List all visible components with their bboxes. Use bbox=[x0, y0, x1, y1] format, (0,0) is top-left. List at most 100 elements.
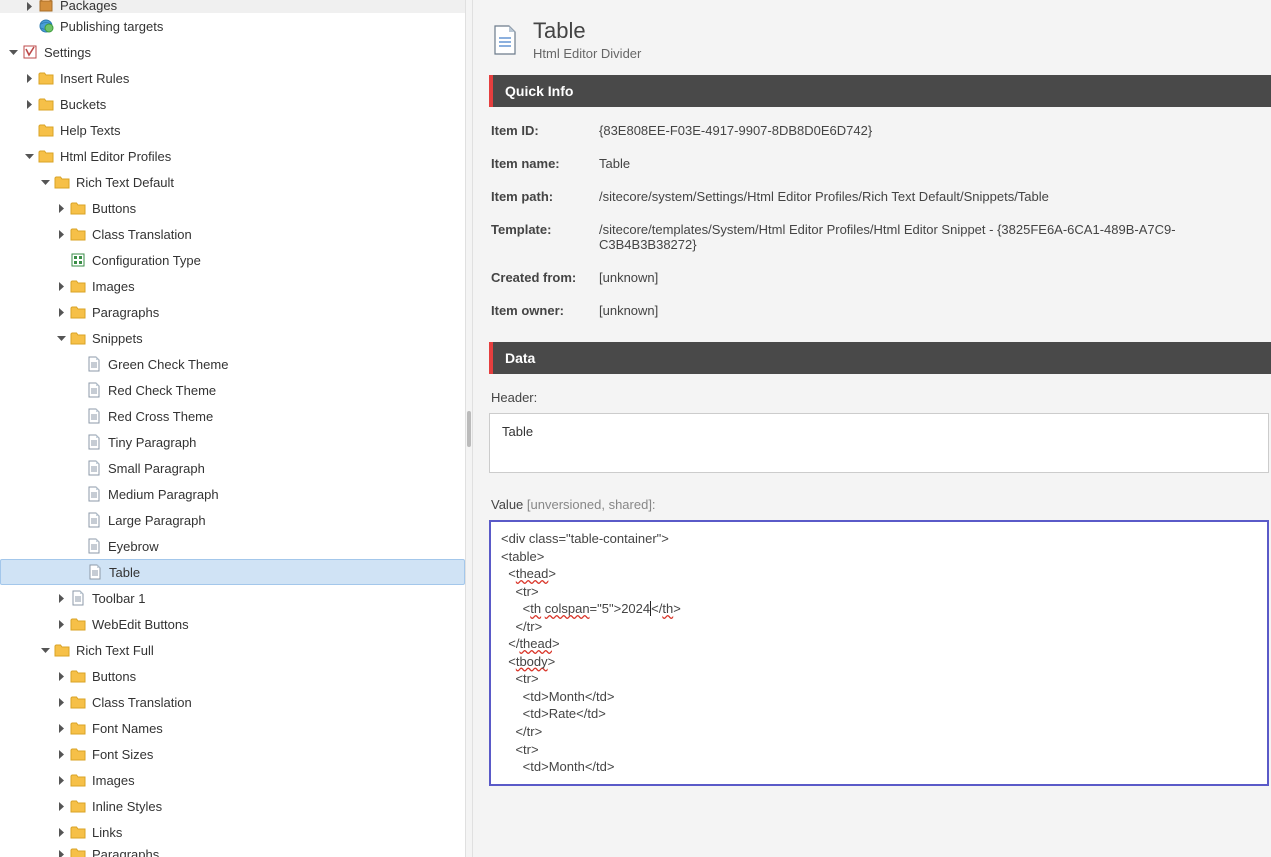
expander-icon[interactable] bbox=[54, 201, 68, 215]
expander-icon[interactable] bbox=[22, 71, 36, 85]
item-owner-label: Item owner: bbox=[489, 303, 599, 318]
tree-label: Html Editor Profiles bbox=[60, 149, 171, 164]
item-name-value[interactable]: Table bbox=[599, 156, 1271, 171]
tree-label: Class Translation bbox=[92, 695, 192, 710]
expander-icon[interactable] bbox=[6, 45, 20, 59]
settings-icon bbox=[22, 44, 38, 60]
tree-label: Small Paragraph bbox=[108, 461, 205, 476]
tree-node-configuration-type[interactable]: Configuration Type bbox=[0, 247, 465, 273]
folder-icon bbox=[70, 330, 86, 346]
file-icon bbox=[86, 356, 102, 372]
created-from-value[interactable]: [unknown] bbox=[599, 270, 1271, 285]
tree-node-help-texts[interactable]: Help Texts bbox=[0, 117, 465, 143]
tree-node-medium-para[interactable]: Medium Paragraph bbox=[0, 481, 465, 507]
tree-node-rich-text-default[interactable]: Rich Text Default bbox=[0, 169, 465, 195]
content-pane: Table Html Editor Divider Quick Info Ite… bbox=[473, 0, 1271, 857]
tree-label: Tiny Paragraph bbox=[108, 435, 196, 450]
tree-node-publishing[interactable]: Publishing targets bbox=[0, 13, 465, 39]
section-header-quick-info[interactable]: Quick Info bbox=[489, 75, 1271, 107]
tree-node-buttons[interactable]: Buttons bbox=[0, 195, 465, 221]
tree-node-html-editor-profiles[interactable]: Html Editor Profiles bbox=[0, 143, 465, 169]
item-id-label: Item ID: bbox=[489, 123, 599, 138]
splitter[interactable] bbox=[465, 0, 473, 857]
tree-node-small-para[interactable]: Small Paragraph bbox=[0, 455, 465, 481]
tree-node-large-para[interactable]: Large Paragraph bbox=[0, 507, 465, 533]
file-icon bbox=[86, 486, 102, 502]
tree-node-paragraphs[interactable]: Paragraphs bbox=[0, 299, 465, 325]
folder-icon bbox=[70, 772, 86, 788]
tree-label: Buttons bbox=[92, 201, 136, 216]
tree-node-class-translation[interactable]: Class Translation bbox=[0, 221, 465, 247]
tree-node-class-translation2[interactable]: Class Translation bbox=[0, 689, 465, 715]
expander-icon[interactable] bbox=[22, 97, 36, 111]
folder-icon bbox=[70, 278, 86, 294]
expander-icon[interactable] bbox=[54, 695, 68, 709]
expander-icon[interactable] bbox=[22, 149, 36, 163]
expander-icon[interactable] bbox=[54, 617, 68, 631]
folder-icon bbox=[70, 668, 86, 684]
item-owner-value[interactable]: [unknown] bbox=[599, 303, 1271, 318]
tree-node-insert-rules[interactable]: Insert Rules bbox=[0, 65, 465, 91]
tree-node-green-check[interactable]: Green Check Theme bbox=[0, 351, 465, 377]
file-icon bbox=[86, 538, 102, 554]
tree-label: Help Texts bbox=[60, 123, 120, 138]
tree-node-packages[interactable]: Packages bbox=[0, 0, 465, 13]
expander-icon[interactable] bbox=[54, 305, 68, 319]
expander-icon[interactable] bbox=[54, 227, 68, 241]
tree-label: Insert Rules bbox=[60, 71, 129, 86]
tree-label: Inline Styles bbox=[92, 799, 162, 814]
tree-label: Eyebrow bbox=[108, 539, 159, 554]
folder-icon bbox=[70, 798, 86, 814]
expander-icon[interactable] bbox=[38, 175, 52, 189]
expander-icon[interactable] bbox=[54, 747, 68, 761]
tree-label: Rich Text Full bbox=[76, 643, 154, 658]
expander-icon[interactable] bbox=[22, 0, 36, 13]
tree-node-webedit-buttons[interactable]: WebEdit Buttons bbox=[0, 611, 465, 637]
tree-node-tiny-para[interactable]: Tiny Paragraph bbox=[0, 429, 465, 455]
expander-icon[interactable] bbox=[54, 847, 68, 857]
tree-node-eyebrow[interactable]: Eyebrow bbox=[0, 533, 465, 559]
folder-icon bbox=[70, 304, 86, 320]
expander-icon[interactable] bbox=[54, 773, 68, 787]
tree-label: Paragraphs bbox=[92, 847, 159, 857]
tree-node-toolbar1[interactable]: Toolbar 1 bbox=[0, 585, 465, 611]
tree-node-buttons2[interactable]: Buttons bbox=[0, 663, 465, 689]
section-header-data[interactable]: Data bbox=[489, 342, 1271, 374]
tree-node-red-check[interactable]: Red Check Theme bbox=[0, 377, 465, 403]
tree-node-snippets[interactable]: Snippets bbox=[0, 325, 465, 351]
tree-label: Paragraphs bbox=[92, 305, 159, 320]
tree-label: Class Translation bbox=[92, 227, 192, 242]
expander-icon[interactable] bbox=[54, 799, 68, 813]
value-field-input[interactable]: <div class="table-container"> <table> <t… bbox=[489, 520, 1269, 786]
tree-node-paragraphs2[interactable]: Paragraphs bbox=[0, 845, 465, 857]
tree-label: Toolbar 1 bbox=[92, 591, 145, 606]
tree-node-font-names[interactable]: Font Names bbox=[0, 715, 465, 741]
expander-icon[interactable] bbox=[54, 721, 68, 735]
tree-node-rich-text-full[interactable]: Rich Text Full bbox=[0, 637, 465, 663]
file-icon bbox=[87, 564, 103, 580]
tree-node-settings[interactable]: Settings bbox=[0, 39, 465, 65]
folder-icon bbox=[54, 174, 70, 190]
tree-node-links[interactable]: Links bbox=[0, 819, 465, 845]
expander-icon[interactable] bbox=[54, 591, 68, 605]
expander-icon[interactable] bbox=[54, 669, 68, 683]
tree-node-images2[interactable]: Images bbox=[0, 767, 465, 793]
header-field-input[interactable]: Table bbox=[489, 413, 1269, 473]
folder-icon bbox=[70, 824, 86, 840]
tree-node-red-cross[interactable]: Red Cross Theme bbox=[0, 403, 465, 429]
tree-node-inline-styles[interactable]: Inline Styles bbox=[0, 793, 465, 819]
item-id-value[interactable]: {83E808EE-F03E-4917-9907-8DB8D0E6D742} bbox=[599, 123, 1271, 138]
expander-icon[interactable] bbox=[54, 331, 68, 345]
tree-node-table[interactable]: Table bbox=[0, 559, 465, 585]
tree-label: Red Cross Theme bbox=[108, 409, 213, 424]
item-path-value[interactable]: /sitecore/system/Settings/Html Editor Pr… bbox=[599, 189, 1271, 204]
folder-icon bbox=[70, 226, 86, 242]
section-body-data: Header: Table Value [unversioned, shared… bbox=[489, 374, 1271, 810]
tree-node-images[interactable]: Images bbox=[0, 273, 465, 299]
expander-icon[interactable] bbox=[54, 279, 68, 293]
template-value[interactable]: /sitecore/templates/System/Html Editor P… bbox=[599, 222, 1271, 252]
expander-icon[interactable] bbox=[38, 643, 52, 657]
tree-node-buckets[interactable]: Buckets bbox=[0, 91, 465, 117]
tree-node-font-sizes[interactable]: Font Sizes bbox=[0, 741, 465, 767]
expander-icon[interactable] bbox=[54, 825, 68, 839]
